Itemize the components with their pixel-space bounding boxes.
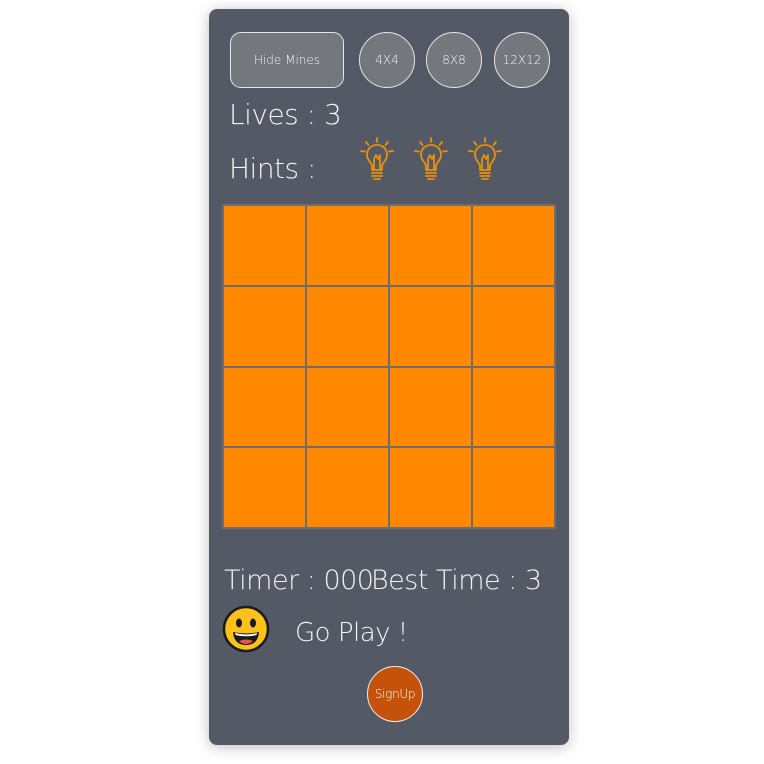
hide-mines-button[interactable]: Hide Mines <box>230 32 344 88</box>
board-cell[interactable] <box>390 206 471 285</box>
board-cell[interactable] <box>224 286 305 366</box>
size-12x12-button[interactable]: 12X12 <box>494 32 550 88</box>
board-cell[interactable] <box>307 448 388 527</box>
board-cell[interactable] <box>390 286 471 366</box>
lightbulb-icon[interactable] <box>467 136 503 184</box>
game-status-message: Go Play ! <box>295 618 408 648</box>
lightbulb-icon[interactable] <box>413 136 449 184</box>
best-time-display: Best Time : 3 <box>371 565 542 596</box>
minesweeper-board <box>222 204 556 529</box>
size-4x4-button[interactable]: 4X4 <box>359 32 415 88</box>
hints-label: Hints : <box>229 152 316 185</box>
smiley-face-icon[interactable] <box>222 605 270 653</box>
size-8x8-button[interactable]: 8X8 <box>426 32 482 88</box>
board-cell[interactable] <box>307 206 388 285</box>
board-cell[interactable] <box>473 206 554 285</box>
timer-display: Timer : 000 <box>224 565 374 596</box>
board-cell[interactable] <box>390 448 471 527</box>
board-cell[interactable] <box>224 367 305 447</box>
board-cell[interactable] <box>224 206 305 285</box>
game-panel: Hide Mines 4X4 8X8 12X12 Lives : 3 Hints… <box>209 9 569 745</box>
board-cell[interactable] <box>473 286 554 366</box>
board-cell[interactable] <box>307 367 388 447</box>
board-cell[interactable] <box>473 367 554 447</box>
board-cell[interactable] <box>307 286 388 366</box>
board-cell[interactable] <box>390 367 471 447</box>
board-cell[interactable] <box>224 448 305 527</box>
signup-button[interactable]: SignUp <box>367 666 423 722</box>
lives-counter: Lives : 3 <box>229 98 342 131</box>
board-cell[interactable] <box>473 448 554 527</box>
lightbulb-icon[interactable] <box>359 136 395 184</box>
